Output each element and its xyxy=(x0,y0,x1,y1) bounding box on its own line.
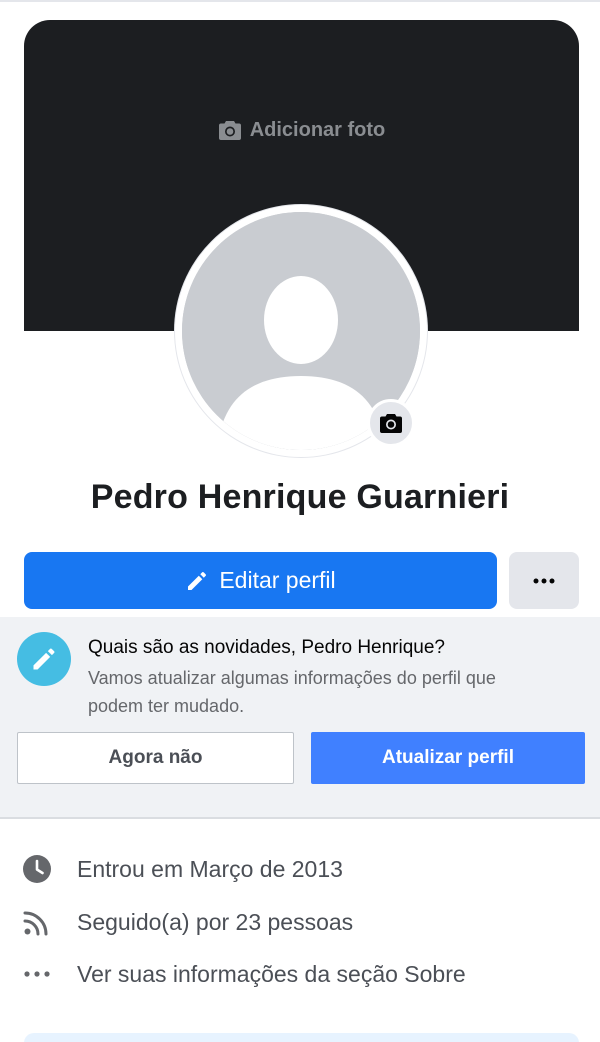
followers-row[interactable]: Seguido(a) por 23 pessoas xyxy=(0,901,600,941)
pencil-icon xyxy=(33,648,55,670)
change-profile-picture-button[interactable] xyxy=(367,399,415,447)
top-divider xyxy=(0,0,600,2)
update-prompt-description: Vamos atualizar algumas informações do p… xyxy=(88,668,496,716)
section-divider xyxy=(0,817,600,819)
pencil-icon xyxy=(188,571,207,590)
followers-text: Seguido(a) por 23 pessoas xyxy=(77,909,354,935)
see-about-info-row[interactable]: Ver suas informações da seção Sobre xyxy=(0,953,600,993)
more-horizontal-icon xyxy=(533,578,555,583)
camera-icon xyxy=(218,121,241,140)
update-profile-button[interactable]: Atualizar perfil xyxy=(311,732,585,784)
camera-icon xyxy=(380,414,402,433)
update-prompt-title: Quais são as novidades, Pedro Henrique? xyxy=(88,637,446,658)
joined-date-text: Entrou em Março de 2013 xyxy=(77,856,343,882)
edit-details-button-partial[interactable] xyxy=(24,1033,579,1042)
update-prompt-badge xyxy=(17,632,71,686)
profile-update-prompt: Quais são as novidades, Pedro Henrique? … xyxy=(0,617,600,817)
rss-feed-icon xyxy=(22,907,52,937)
edit-profile-button[interactable]: Editar perfil xyxy=(24,552,497,609)
not-now-button[interactable]: Agora não xyxy=(17,732,294,784)
clock-icon xyxy=(22,854,52,884)
add-cover-photo-label: Adicionar foto xyxy=(249,118,386,141)
more-options-button[interactable] xyxy=(509,552,579,609)
more-horizontal-icon xyxy=(22,959,52,989)
profile-name: Pedro Henrique Guarnieri xyxy=(90,478,510,516)
joined-date-row: Entrou em Março de 2013 xyxy=(0,848,600,888)
edit-profile-label: Editar perfil xyxy=(219,567,336,593)
see-about-info-text: Ver suas informações da seção Sobre xyxy=(77,961,466,987)
add-cover-photo-button[interactable]: Adicionar foto xyxy=(24,116,579,144)
